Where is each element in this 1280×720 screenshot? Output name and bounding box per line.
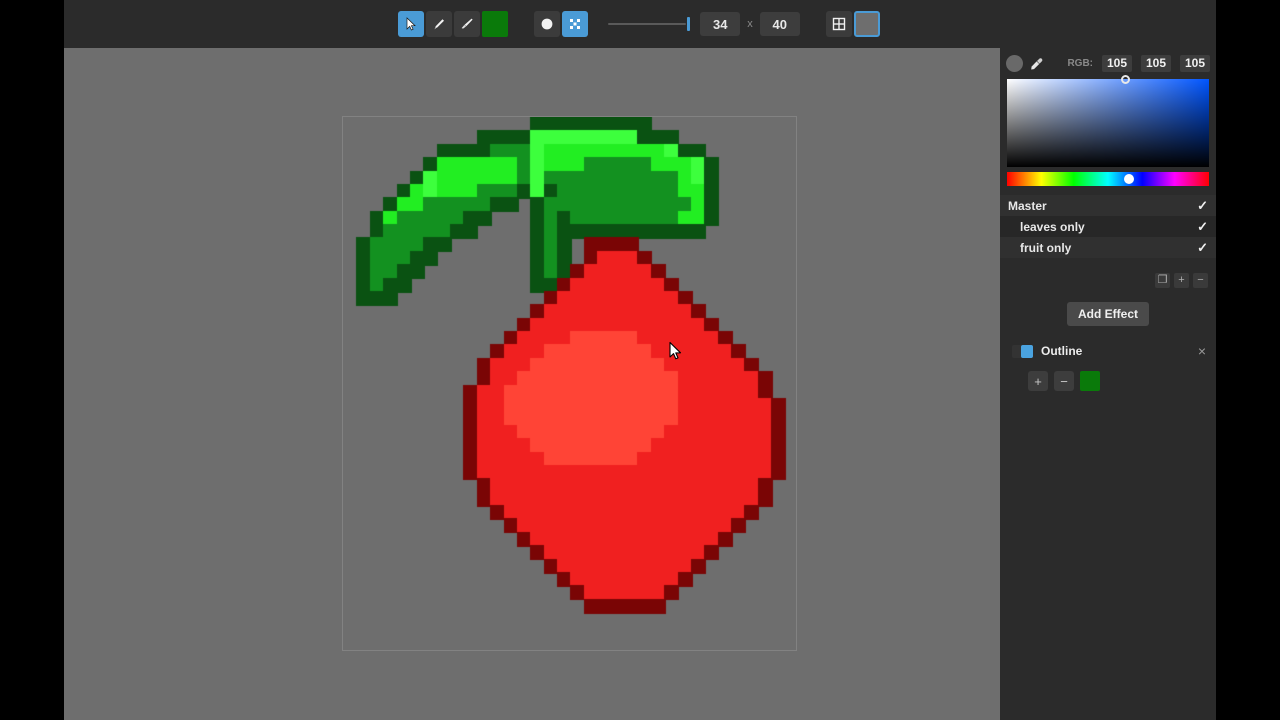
view-toggle-group: [825, 11, 882, 37]
eraser-tool[interactable]: [426, 11, 453, 37]
canvas-width-input[interactable]: 34: [700, 12, 741, 36]
color-header: RGB: 105 105 105: [1000, 52, 1216, 74]
brush-tool[interactable]: [454, 11, 481, 37]
saturation-value-field[interactable]: [1007, 75, 1209, 167]
brush-size-slider[interactable]: [604, 11, 692, 37]
right-panel: RGB: 105 105 105 Master ✓ leaves only ✓ frui…: [1000, 48, 1216, 720]
layer-visibility-checkbox[interactable]: ✓: [1197, 198, 1208, 214]
sv-cursor-handle[interactable]: [1121, 75, 1130, 84]
layer-name: Master: [1008, 198, 1047, 213]
app-root: 34 x 40 RGB: 105 105 105 Master ✓ leaves…: [0, 0, 1280, 720]
effect-row: Outline ×: [1000, 340, 1216, 362]
rgb-green-input[interactable]: 105: [1141, 54, 1171, 72]
layer-name: fruit only: [1020, 240, 1072, 255]
foreground-color-swatch[interactable]: [1006, 54, 1023, 72]
effect-name: Outline: [1041, 344, 1083, 358]
brush-icon: [461, 18, 473, 29]
draw-tools-group: [398, 11, 509, 37]
hue-slider-thumb[interactable]: [1124, 174, 1134, 184]
eyedropper-icon[interactable]: [1029, 56, 1044, 71]
effect-controls: + −: [1000, 371, 1216, 391]
hue-slider[interactable]: [1007, 172, 1209, 186]
remove-layer-button[interactable]: −: [1193, 272, 1208, 288]
canvas-frame[interactable]: [342, 116, 798, 652]
toggle-knob: [1021, 344, 1033, 358]
add-layer-button[interactable]: +: [1174, 272, 1189, 288]
effects-list: Outline × + −: [1000, 340, 1216, 391]
editor-window: 34 x 40 RGB: 105 105 105 Master ✓ leaves…: [64, 0, 1216, 720]
dimension-separator: x: [747, 18, 753, 30]
scatter-dots-icon: [570, 19, 581, 29]
outline-decrease-button[interactable]: −: [1054, 371, 1074, 391]
slider-thumb[interactable]: [687, 17, 691, 31]
pixel-art-canvas[interactable]: [343, 117, 798, 652]
grid-icon: [832, 17, 845, 31]
cursor-arrow-icon: [406, 17, 417, 31]
layer-visibility-checkbox[interactable]: ✓: [1197, 219, 1208, 235]
effect-enable-toggle[interactable]: [1012, 344, 1033, 358]
layer-row[interactable]: fruit only ✓: [1000, 237, 1216, 258]
filled-circle-icon: [541, 18, 553, 30]
layer-row[interactable]: Master ✓: [1000, 195, 1216, 216]
effects-section: Add Effect Outline × + −: [1000, 302, 1216, 391]
layer-visibility-checkbox[interactable]: ✓: [1197, 240, 1208, 256]
dither-tool[interactable]: [562, 11, 589, 37]
slider-track: [608, 23, 687, 25]
top-toolbar: 34 x 40: [64, 0, 1216, 48]
layers-list: Master ✓ leaves only ✓ fruit only ✓: [1000, 195, 1216, 258]
duplicate-layer-button[interactable]: ❐: [1155, 272, 1170, 288]
effect-close-icon[interactable]: ×: [1198, 344, 1206, 358]
letterbox-right: [1216, 0, 1280, 720]
eraser-icon: [434, 19, 445, 30]
background-toggle-button[interactable]: [853, 11, 880, 37]
primary-color-swatch[interactable]: [482, 11, 509, 37]
canvas-height-input[interactable]: 40: [759, 12, 800, 36]
layer-name: leaves only: [1020, 219, 1085, 234]
shape-tools-group: [534, 11, 590, 37]
outline-increase-button[interactable]: +: [1028, 371, 1048, 391]
rgb-label: RGB:: [1067, 57, 1093, 69]
rgb-red-input[interactable]: 105: [1102, 54, 1132, 72]
outline-color-swatch[interactable]: [1080, 371, 1100, 391]
layer-row[interactable]: leaves only ✓: [1000, 216, 1216, 237]
ellipse-tool[interactable]: [534, 11, 561, 37]
rgb-blue-input[interactable]: 105: [1180, 54, 1210, 72]
canvas-viewport[interactable]: [64, 48, 1000, 720]
letterbox-left: [0, 0, 64, 720]
select-tool[interactable]: [398, 11, 425, 37]
layer-actions: ❐ + −: [1000, 266, 1216, 294]
grid-toggle-button[interactable]: [825, 11, 852, 37]
add-effect-button[interactable]: Add Effect: [1067, 302, 1149, 326]
